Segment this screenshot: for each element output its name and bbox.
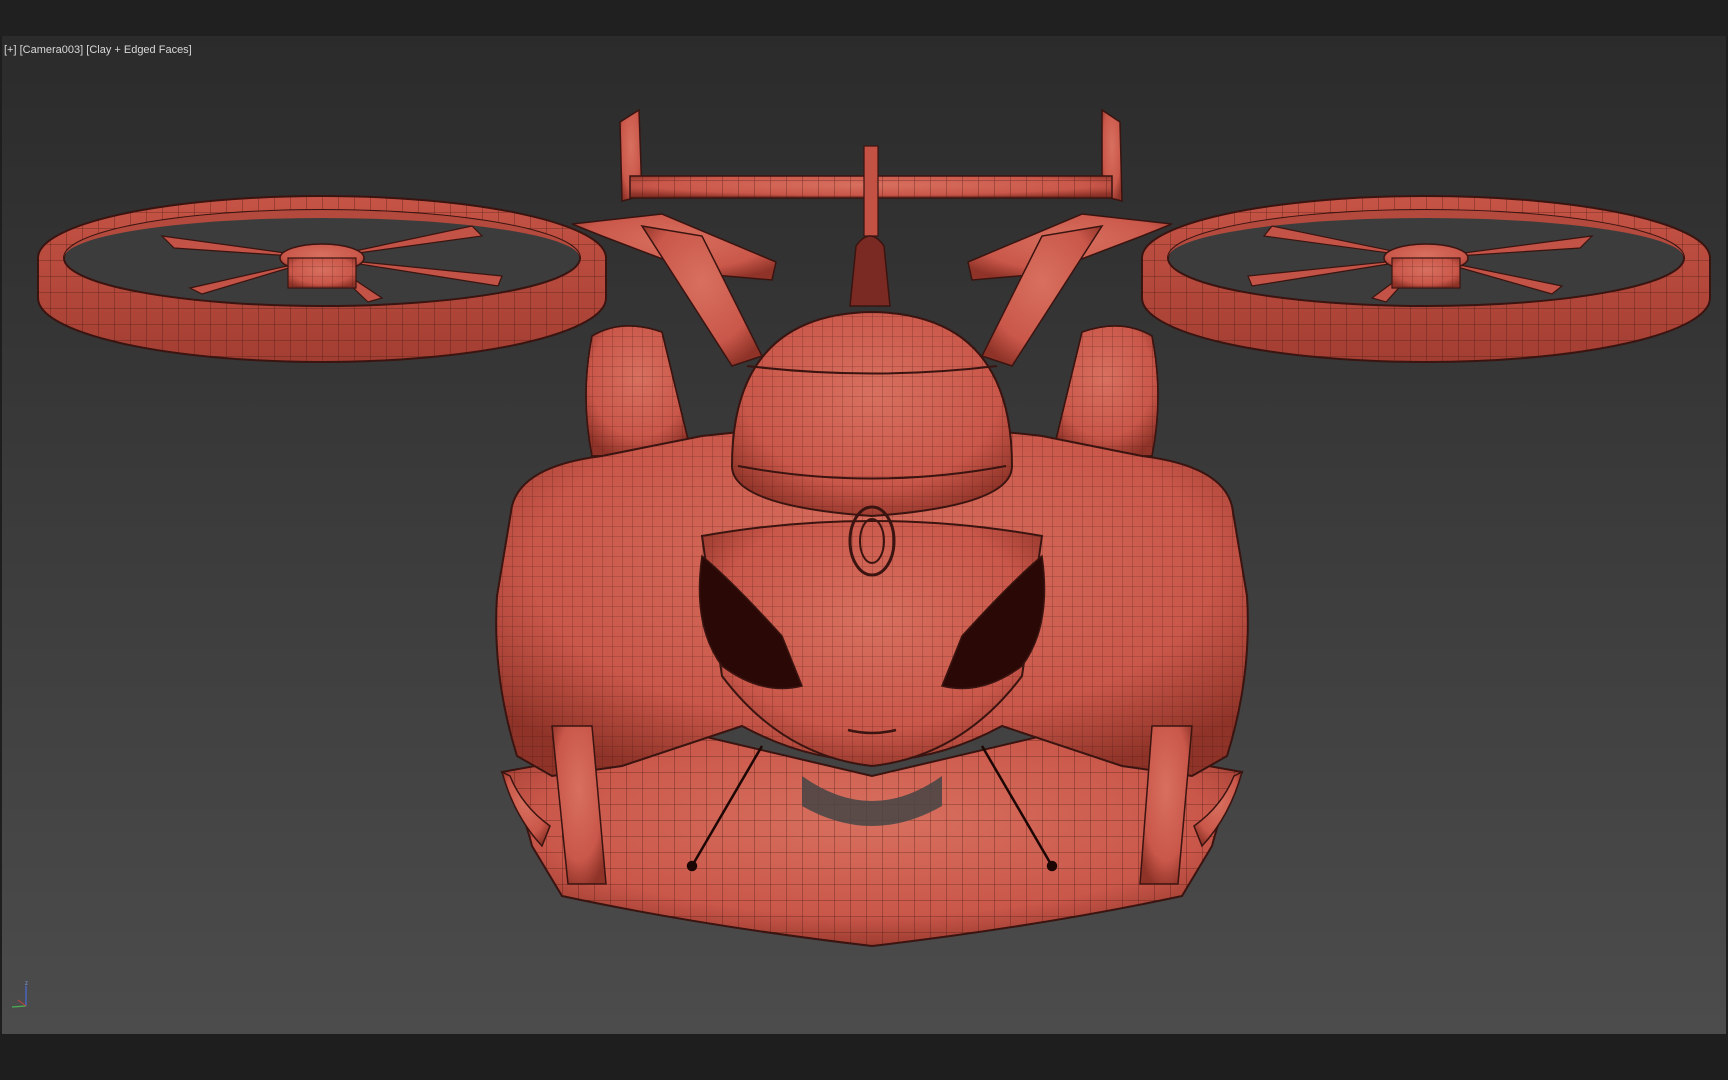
left-rotor [37, 195, 607, 363]
right-rotor [1141, 195, 1711, 363]
flying-car-model[interactable] [2, 36, 1726, 1034]
bottom-bar [0, 1034, 1728, 1080]
gizmo-z-label: z [25, 981, 28, 987]
viewport-camera003[interactable]: [+] [Camera003] [Clay + Edged Faces] z [2, 36, 1726, 1034]
rear-wing [619, 108, 1123, 237]
canopy-dome [730, 310, 1014, 518]
axis-tripod-icon: z [11, 981, 28, 1008]
top-bar [0, 0, 1728, 36]
antenna [849, 235, 891, 307]
